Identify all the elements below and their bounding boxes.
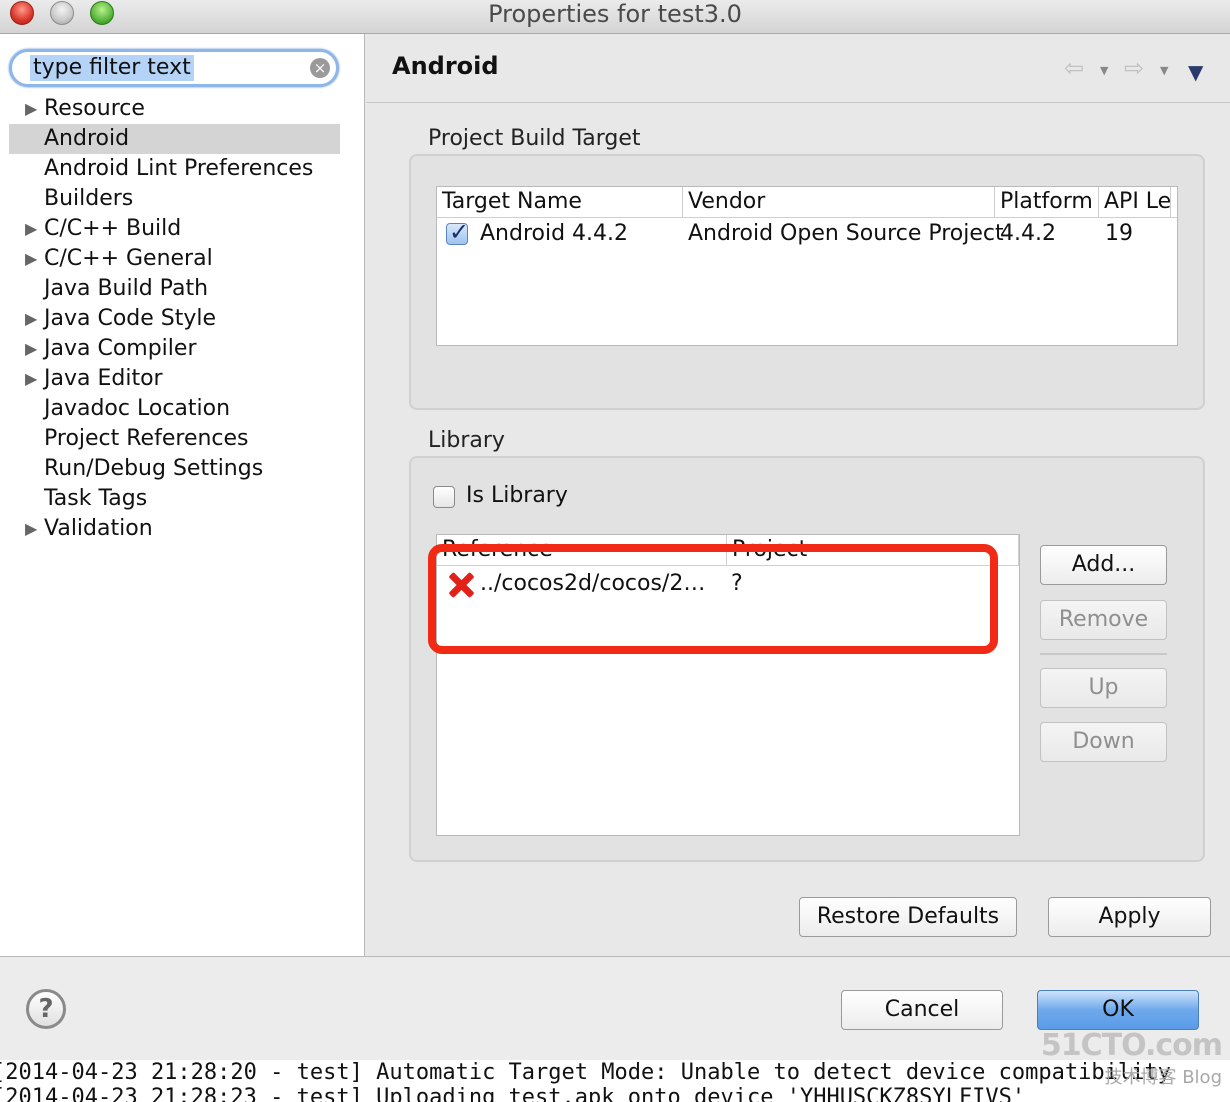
sidebar-item-label: Project References	[44, 426, 249, 451]
build-target-table-header: Target Name Vendor Platform API Le	[437, 187, 1177, 218]
is-library-label: Is Library	[466, 483, 568, 508]
sidebar-item-cpp-build[interactable]: ▶ C/C++ Build	[9, 214, 340, 244]
column-header-target-name[interactable]: Target Name	[437, 187, 683, 217]
move-down-button[interactable]: Down	[1040, 722, 1167, 762]
forward-arrow-icon[interactable]: ⇨	[1124, 54, 1144, 82]
sidebar-item-label: C/C++ General	[44, 246, 213, 271]
error-highlight-box	[428, 544, 998, 654]
sidebar-item-label: Validation	[44, 516, 153, 541]
page-header: Android ⇦ ▼ ⇨ ▼ ▼	[366, 34, 1230, 103]
sidebar-item-project-references[interactable]: Project References	[9, 424, 340, 454]
back-arrow-icon[interactable]: ⇦	[1064, 54, 1084, 82]
sidebar-item-run-debug-settings[interactable]: Run/Debug Settings	[9, 454, 340, 484]
clear-filter-icon[interactable]: ×	[310, 58, 330, 78]
preferences-sidebar: type filter text × ▶ Resource Android And…	[0, 34, 365, 956]
sidebar-item-label: Task Tags	[44, 486, 148, 511]
help-icon[interactable]: ?	[26, 989, 66, 1029]
expand-arrow-icon[interactable]: ▶	[25, 514, 37, 544]
watermark-sub: 技术博客 Blog	[1104, 1067, 1222, 1088]
column-header-api-level[interactable]: API Le	[1099, 187, 1171, 217]
sidebar-item-java-compiler[interactable]: ▶ Java Compiler	[9, 334, 340, 364]
build-target-table[interactable]: Target Name Vendor Platform API Le ✓ And…	[436, 186, 1178, 346]
sidebar-item-label: Android Lint Preferences	[44, 156, 314, 181]
restore-defaults-button[interactable]: Restore Defaults	[799, 897, 1017, 937]
sidebar-item-android-lint-preferences[interactable]: Android Lint Preferences	[9, 154, 340, 184]
filter-input-text[interactable]: type filter text	[30, 55, 194, 81]
expand-arrow-icon[interactable]: ▶	[25, 94, 37, 124]
column-header-platform[interactable]: Platform	[995, 187, 1099, 217]
watermark-site: 51CTO.com	[1040, 1028, 1223, 1063]
move-up-button[interactable]: Up	[1040, 668, 1167, 708]
sidebar-item-builders[interactable]: Builders	[9, 184, 340, 214]
window-title: Properties for test3.0	[488, 0, 742, 28]
filter-input[interactable]: type filter text ×	[9, 49, 339, 87]
sidebar-item-label: Java Editor	[44, 366, 163, 391]
expand-arrow-icon[interactable]: ▶	[25, 244, 37, 274]
view-menu-icon[interactable]: ▼	[1188, 60, 1203, 84]
sidebar-item-label: C/C++ Build	[44, 216, 182, 241]
sidebar-item-cpp-general[interactable]: ▶ C/C++ General	[9, 244, 340, 274]
sidebar-item-label: Run/Debug Settings	[44, 456, 264, 481]
sidebar-item-android[interactable]: Android	[9, 124, 340, 154]
sidebar-item-javadoc-location[interactable]: Javadoc Location	[9, 394, 340, 424]
forward-history-dropdown-icon[interactable]: ▼	[1160, 64, 1168, 77]
ok-button[interactable]: OK	[1037, 990, 1199, 1030]
sidebar-item-label: Java Code Style	[44, 306, 217, 331]
is-library-checkbox[interactable]	[433, 486, 455, 508]
target-checkbox[interactable]: ✓	[446, 218, 469, 246]
platform-cell: 4.4.2	[1000, 221, 1056, 246]
checkmark-icon: ✓	[449, 218, 470, 246]
sidebar-item-label: Builders	[44, 186, 134, 211]
sidebar-item-java-build-path[interactable]: Java Build Path	[9, 274, 340, 304]
button-separator	[1040, 653, 1167, 655]
sidebar-item-label: Resource	[44, 96, 145, 121]
sidebar-item-label: Java Compiler	[44, 336, 197, 361]
sidebar-item-java-editor[interactable]: ▶ Java Editor	[9, 364, 340, 394]
preferences-tree: ▶ Resource Android Android Lint Preferenc…	[9, 94, 340, 544]
sidebar-item-java-code-style[interactable]: ▶ Java Code Style	[9, 304, 340, 334]
expand-arrow-icon[interactable]: ▶	[25, 304, 37, 334]
sidebar-item-resource[interactable]: ▶ Resource	[9, 94, 340, 124]
cancel-button[interactable]: Cancel	[841, 990, 1003, 1030]
sidebar-item-validation[interactable]: ▶ Validation	[9, 514, 340, 544]
page-title: Android	[392, 52, 499, 80]
library-group-label: Library	[428, 428, 505, 453]
sidebar-item-task-tags[interactable]: Task Tags	[9, 484, 340, 514]
remove-library-button[interactable]: Remove	[1040, 600, 1167, 640]
sidebar-item-label: Java Build Path	[44, 276, 209, 301]
apply-button[interactable]: Apply	[1048, 897, 1211, 937]
vendor-cell: Android Open Source Project	[688, 221, 1004, 246]
add-library-button[interactable]: Add...	[1040, 545, 1167, 585]
sidebar-item-label: Javadoc Location	[44, 396, 231, 421]
target-name-cell: Android 4.4.2	[480, 221, 629, 246]
title-bar: Properties for test3.0	[0, 0, 1230, 34]
back-history-dropdown-icon[interactable]: ▼	[1100, 64, 1108, 77]
watermark: 51CTO.com 技术博客 Blog	[1040, 1028, 1223, 1089]
expand-arrow-icon[interactable]: ▶	[25, 334, 37, 364]
sidebar-item-label: Android	[44, 126, 130, 151]
api-level-cell: 19	[1105, 221, 1133, 246]
expand-arrow-icon[interactable]: ▶	[25, 214, 37, 244]
build-target-group-label: Project Build Target	[428, 126, 641, 151]
column-header-vendor[interactable]: Vendor	[683, 187, 995, 217]
expand-arrow-icon[interactable]: ▶	[25, 364, 37, 394]
